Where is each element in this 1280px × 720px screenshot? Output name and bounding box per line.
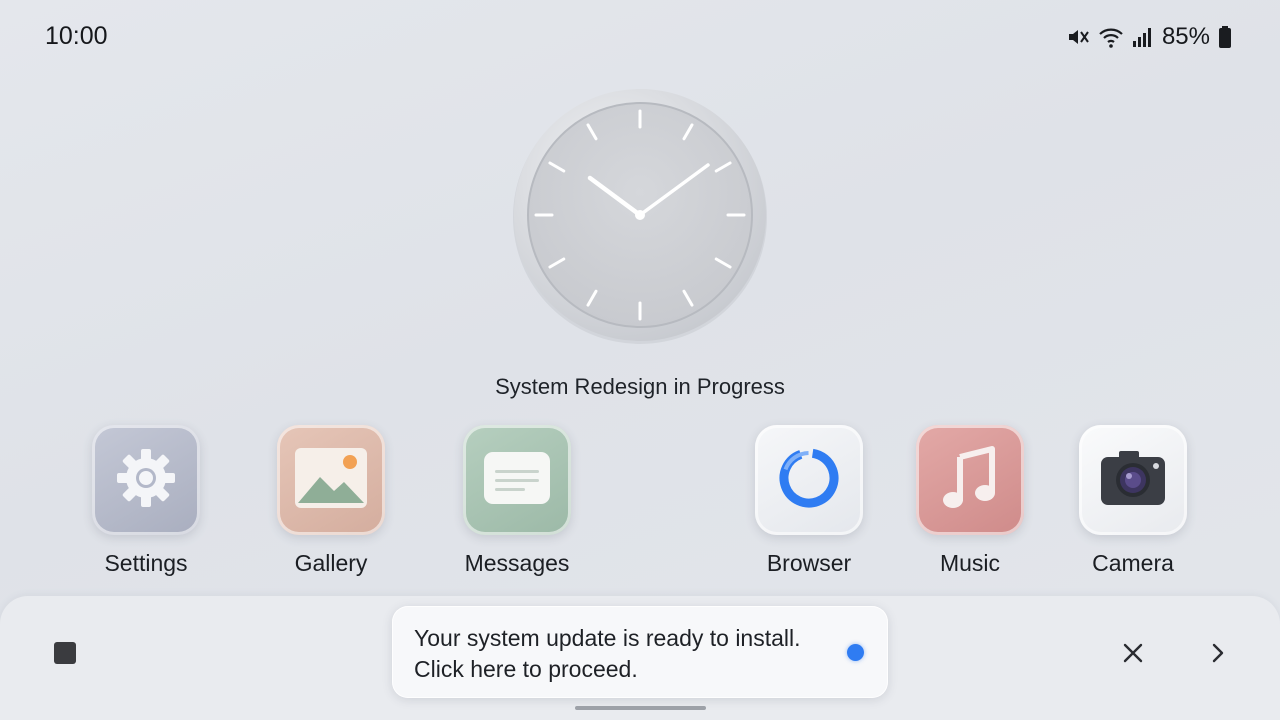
home-indicator[interactable] <box>575 706 706 710</box>
music-tile[interactable] <box>916 425 1024 535</box>
close-icon[interactable] <box>1120 640 1146 666</box>
battery-percent: 85% <box>1161 23 1210 50</box>
status-bar: 10:00 85% <box>0 0 1280 72</box>
image-icon <box>294 447 368 514</box>
clock-widget[interactable] <box>510 85 770 345</box>
gear-icon <box>113 445 179 516</box>
notification-text-line2: Click here to proceed. <box>414 656 638 682</box>
notification-text-line1: Your system update is ready to install. <box>414 625 801 651</box>
mute-icon <box>1066 25 1090 49</box>
settings-tile[interactable] <box>92 425 200 535</box>
app-label: Messages <box>464 550 570 576</box>
app-label: Gallery <box>294 550 368 576</box>
app-music[interactable]: Music <box>895 425 1045 585</box>
music-note-icon <box>942 445 998 516</box>
browser-tile[interactable] <box>755 425 863 535</box>
app-gallery[interactable]: Gallery <box>256 425 406 585</box>
app-browser[interactable]: Browser <box>734 425 884 585</box>
clock-face <box>513 89 767 344</box>
message-icon <box>483 451 551 510</box>
battery-icon <box>1218 25 1232 49</box>
app-label: Settings <box>104 550 188 576</box>
wifi-icon <box>1098 25 1124 49</box>
app-messages[interactable]: Messages <box>442 425 592 585</box>
clock-caption: System Redesign in Progress <box>495 374 785 399</box>
stop-icon[interactable] <box>54 642 76 664</box>
app-settings[interactable]: Settings <box>71 425 221 585</box>
status-icons: 85% <box>1066 22 1232 52</box>
status-time: 10:00 <box>45 22 108 50</box>
app-label: Browser <box>766 550 852 576</box>
notification-dot <box>847 644 864 661</box>
app-camera[interactable]: Camera <box>1058 425 1208 585</box>
browser-icon <box>775 444 843 517</box>
gallery-tile[interactable] <box>277 425 385 535</box>
signal-icon <box>1132 25 1154 49</box>
app-label: Camera <box>1092 550 1174 576</box>
camera-tile[interactable] <box>1079 425 1187 535</box>
app-label: Music <box>939 550 1001 576</box>
camera-icon <box>1099 449 1167 512</box>
messages-tile[interactable] <box>463 425 571 535</box>
chevron-right-icon[interactable] <box>1207 640 1229 666</box>
update-notification[interactable]: Your system update is ready to install. … <box>392 606 888 698</box>
clock-center <box>635 210 645 220</box>
